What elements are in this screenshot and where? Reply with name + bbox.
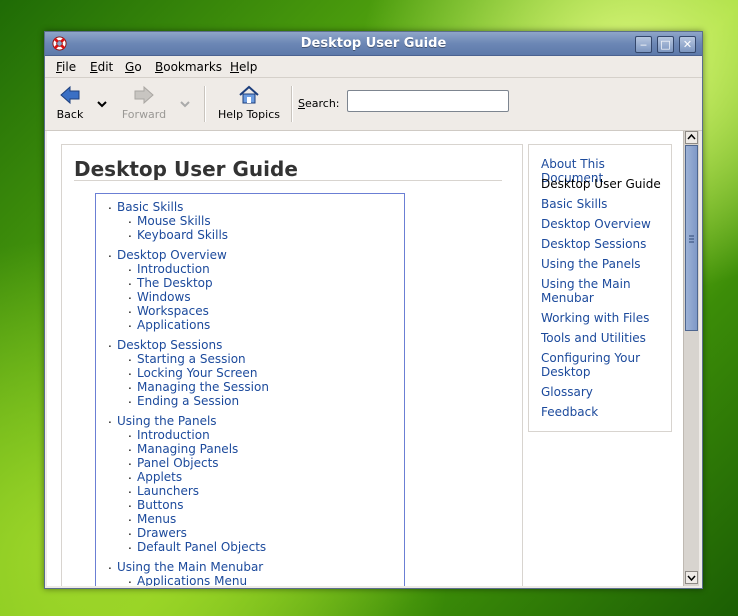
sidebar-item[interactable]: Working with Files: [541, 311, 666, 325]
forward-arrow-icon: [134, 85, 154, 105]
toc-section: Desktop OverviewIntroductionThe DesktopW…: [96, 246, 269, 332]
toc-subsection-link[interactable]: Managing Panels: [96, 440, 269, 456]
sidebar-item[interactable]: Configuring Your Desktop: [541, 351, 666, 379]
toc-subsection-link[interactable]: Keyboard Skills: [96, 226, 269, 242]
vertical-scrollbar[interactable]: [683, 131, 699, 586]
toc-section: Basic SkillsMouse SkillsKeyboard Skills: [96, 198, 269, 242]
menu-go-label: o: [134, 60, 142, 74]
toc-subsection-link[interactable]: Introduction: [96, 260, 269, 276]
search-input[interactable]: [347, 90, 509, 112]
toc-section: Using the Main MenubarApplications Menu: [96, 558, 269, 586]
help-browser-window: Desktop User Guide ‒ □ ✕ File Edit Go Bo…: [44, 31, 703, 589]
toc-subsection-link[interactable]: Applets: [96, 468, 269, 484]
toolbar-separator: [291, 86, 293, 122]
toc-section: Using the PanelsIntroductionManaging Pan…: [96, 412, 269, 554]
menu-help[interactable]: Help: [230, 60, 257, 74]
sidebar-item[interactable]: Feedback: [541, 405, 666, 419]
scroll-up-arrow-icon: [687, 133, 696, 140]
toc-subsection-link[interactable]: Panel Objects: [96, 454, 269, 470]
sidebar-item[interactable]: Glossary: [541, 385, 666, 399]
help-topics-label: Help Topics: [218, 108, 280, 121]
toc-subsection-link[interactable]: Applications: [96, 316, 269, 332]
back-button[interactable]: Back: [51, 84, 89, 121]
sidebar-item[interactable]: Using the Main Menubar: [541, 277, 666, 305]
toc-subsection-link[interactable]: Managing the Session: [96, 378, 269, 394]
menu-go-mnemonic: G: [125, 60, 135, 74]
back-arrow-icon: [60, 85, 80, 105]
search-label: Search:: [298, 97, 340, 110]
back-label: Back: [56, 108, 84, 121]
scroll-down-button[interactable]: [685, 571, 698, 584]
menu-bookmarks-mnemonic: B: [155, 60, 164, 74]
toolbar-separator: [204, 86, 206, 122]
maximize-icon: □: [660, 38, 671, 51]
back-history-chevron-icon[interactable]: [96, 98, 108, 110]
toc-subsection-link[interactable]: Launchers: [96, 482, 269, 498]
menu-bookmarks-label: ookmarks: [163, 60, 223, 74]
toc-subsection-link[interactable]: Starting a Session: [96, 350, 269, 366]
maximize-button[interactable]: □: [657, 36, 674, 53]
toc-subsection-link[interactable]: Buttons: [96, 496, 269, 512]
sidebar-item[interactable]: Basic Skills: [541, 197, 666, 211]
toc-subsection-link[interactable]: Workspaces: [96, 302, 269, 318]
sidebar-item[interactable]: Desktop Overview: [541, 217, 666, 231]
toc-subsection-link[interactable]: Default Panel Objects: [96, 538, 269, 554]
menu-bookmarks[interactable]: Bookmarks: [155, 60, 222, 74]
menu-help-mnemonic: H: [230, 60, 240, 74]
page-title: Desktop User Guide: [74, 157, 298, 181]
window-title: Desktop User Guide: [300, 36, 447, 51]
menu-edit-mnemonic: E: [90, 60, 98, 74]
toc-subsection-link[interactable]: Drawers: [96, 524, 269, 540]
toc-section-link[interactable]: Desktop Overview: [96, 246, 269, 262]
menu-file[interactable]: File: [56, 60, 76, 74]
toc-subsection-link[interactable]: Menus: [96, 510, 269, 526]
minimize-button[interactable]: ‒: [635, 36, 652, 53]
close-icon: ✕: [682, 38, 693, 51]
sidebar-item[interactable]: Desktop Sessions: [541, 237, 666, 251]
toc-section: Desktop SessionsStarting a SessionLockin…: [96, 336, 269, 408]
help-topics-button[interactable]: Help Topics: [215, 84, 283, 121]
toc-subsection-link[interactable]: Applications Menu: [96, 572, 269, 586]
toc-subsection-link[interactable]: Windows: [96, 288, 269, 304]
menu-go[interactable]: Go: [125, 60, 142, 74]
sidebar-item[interactable]: Using the Panels: [541, 257, 666, 271]
forward-label: Forward: [121, 108, 167, 121]
toc-subsection-link[interactable]: Ending a Session: [96, 392, 269, 408]
search-label-mnemonic: S: [298, 97, 305, 110]
forward-button[interactable]: Forward: [119, 84, 169, 121]
scroll-thumb[interactable]: [685, 145, 698, 331]
window-titlebar[interactable]: Desktop User Guide ‒ □ ✕: [45, 32, 702, 56]
close-button[interactable]: ✕: [679, 36, 696, 53]
scroll-up-button[interactable]: [685, 131, 698, 144]
title-divider: [74, 180, 502, 181]
toc-subsection-link[interactable]: Introduction: [96, 426, 269, 442]
scroll-grip-icon: [689, 235, 694, 243]
sidebar-item: Desktop User Guide: [541, 177, 661, 191]
toc-section-link[interactable]: Desktop Sessions: [96, 336, 269, 352]
menubar: File Edit Go Bookmarks Help: [45, 56, 702, 78]
menu-edit-label: dit: [97, 60, 114, 74]
toc-section-link[interactable]: Using the Main Menubar: [96, 558, 269, 574]
forward-history-chevron-icon[interactable]: [179, 98, 191, 110]
sidebar-item[interactable]: Tools and Utilities: [541, 331, 666, 345]
menu-file-label: ile: [62, 60, 77, 74]
toc-section-link[interactable]: Using the Panels: [96, 412, 269, 428]
table-of-contents: Basic SkillsMouse SkillsKeyboard SkillsD…: [95, 193, 405, 586]
minimize-icon: ‒: [640, 38, 647, 51]
search-label-text: earch:: [304, 97, 340, 110]
toc-subsection-link[interactable]: Locking Your Screen: [96, 364, 269, 380]
sidebar-nav: About This Document Desktop User Guide Bas…: [528, 144, 672, 432]
scroll-down-arrow-icon: [687, 575, 696, 582]
toolbar: Back Forward Help Topics Search:: [45, 78, 702, 131]
home-icon: [239, 85, 259, 104]
document-view[interactable]: Desktop User Guide Basic SkillsMouse Ski…: [47, 131, 683, 586]
toc-subsection-link[interactable]: Mouse Skills: [96, 212, 269, 228]
menu-edit[interactable]: Edit: [90, 60, 113, 74]
main-content-box: Desktop User Guide Basic SkillsMouse Ski…: [61, 144, 523, 586]
toc-section-link[interactable]: Basic Skills: [96, 198, 269, 214]
toc-subsection-link[interactable]: The Desktop: [96, 274, 269, 290]
menu-help-label: elp: [239, 60, 258, 74]
